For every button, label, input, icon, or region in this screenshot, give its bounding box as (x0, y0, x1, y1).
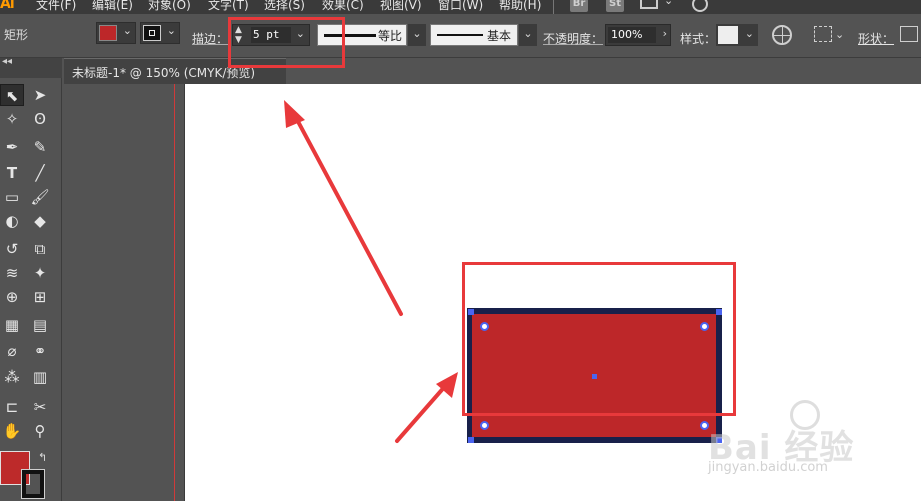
menu-bar: Ai 文件(F) 编辑(E) 对象(O) 文字(T) 选择(S) 效果(C) 视… (0, 0, 921, 14)
opacity-field[interactable]: 100% › (605, 24, 671, 46)
rectangle-shape-icon[interactable] (900, 26, 918, 42)
rectangle-tool-icon[interactable]: ▭ (0, 186, 24, 208)
anchor-point[interactable] (468, 437, 474, 443)
watermark-url: jingyan.baidu.com (708, 460, 828, 475)
app-logo: Ai (0, 0, 15, 12)
pasteboard (64, 84, 184, 501)
stock-badge[interactable]: St (606, 0, 624, 12)
perspective-grid-tool-icon[interactable]: ⊞ (28, 286, 52, 308)
menu-select[interactable]: 选择(S) (264, 0, 305, 13)
eraser-tool-icon[interactable]: ◆ (28, 210, 52, 232)
line-tool-icon[interactable]: ╱ (28, 162, 52, 184)
shape-builder-tool-icon[interactable]: ⊕ (0, 286, 24, 308)
chevron-down-icon: ⌄ (166, 24, 176, 37)
highlight-rectangle (462, 262, 736, 416)
brush-chevron[interactable]: ⌄ (519, 24, 537, 46)
current-tool-name: 矩形 (4, 28, 29, 42)
chevron-down-icon[interactable]: ⌄ (664, 0, 673, 7)
bridge-badge[interactable]: Br (570, 0, 588, 12)
recolor-artwork-icon[interactable] (772, 25, 792, 45)
brush-definition[interactable]: 基本 (430, 24, 518, 46)
chevron-down-icon: ⌄ (122, 24, 132, 37)
scale-tool-icon[interactable]: ⧉ (28, 238, 52, 260)
column-graph-tool-icon[interactable]: ▥ (28, 366, 52, 388)
graphic-style-chip (718, 26, 738, 44)
artboard-tool-icon[interactable]: ⊏ (0, 396, 24, 418)
zoom-tool-icon[interactable]: ⚲ (28, 420, 52, 442)
hand-tool-icon[interactable]: ✋ (0, 420, 24, 442)
magic-wand-tool-icon[interactable]: ✧ (0, 108, 24, 130)
mesh-tool-icon[interactable]: ▦ (0, 314, 24, 336)
fill-color-dropdown[interactable]: ⌄ (96, 22, 136, 44)
symbol-sprayer-tool-icon[interactable]: ⁂ (0, 366, 24, 388)
menu-type[interactable]: 文字(T) (208, 0, 249, 13)
watermark: Bai 经验 jingyan.baidu.com (708, 400, 918, 490)
stroke-color-chip (143, 25, 161, 41)
direct-selection-tool-icon[interactable]: ➤ (28, 84, 52, 106)
stroke-square-icon (149, 30, 155, 36)
stroke-color-dropdown[interactable]: ⌄ (140, 22, 180, 44)
basic-brush-line-icon (437, 34, 483, 36)
menu-view[interactable]: 视图(V) (380, 0, 422, 13)
selection-tool-icon[interactable]: ⬉ (0, 84, 24, 106)
menu-window[interactable]: 窗口(W) (438, 0, 483, 13)
graphic-style-dropdown[interactable]: ⌄ (716, 24, 758, 46)
stroke-swatch[interactable] (21, 469, 45, 499)
blend-tool-icon[interactable]: ⚭ (28, 340, 52, 362)
profile-chevron[interactable]: ⌄ (408, 24, 426, 46)
menu-effect[interactable]: 效果(C) (322, 0, 364, 13)
artboard-bleed-line (174, 84, 175, 501)
highlight-stroke-field (228, 17, 345, 68)
align-to-selection-icon[interactable] (814, 26, 832, 42)
shaper-tool-icon[interactable]: ◐ (0, 210, 24, 232)
menu-file[interactable]: 文件(F) (36, 0, 76, 13)
tab-strip (286, 58, 921, 84)
menu-edit[interactable]: 编辑(E) (92, 0, 133, 13)
slice-tool-icon[interactable]: ✂ (28, 396, 52, 418)
stroke-weight-label[interactable]: 描边： (192, 30, 228, 47)
shape-label[interactable]: 形状： (858, 30, 894, 47)
workspace-grid-icon[interactable] (640, 0, 658, 9)
control-bar: 矩形 ⌄ ⌄ 描边： ▲ ▼ 5 pt ⌄ 等比 ⌄ 基本 ⌄ 不透明度： 100… (0, 14, 921, 58)
corner-widget[interactable] (480, 421, 489, 430)
chevron-down-icon: ⌄ (744, 27, 754, 40)
chevron-right-icon[interactable]: › (663, 27, 667, 40)
toolbox-grip[interactable]: ◂◂ (0, 56, 62, 78)
profile-label: 等比 (378, 29, 403, 43)
menu-divider (553, 0, 554, 14)
lasso-tool-icon[interactable]: ʘ (28, 108, 52, 130)
style-label: 样式： (680, 32, 717, 46)
paintbrush-tool-icon[interactable]: 🖌 (28, 186, 52, 208)
rotate-tool-icon[interactable]: ↺ (0, 238, 24, 260)
pen-tool-icon[interactable]: ✒ (0, 136, 24, 158)
fill-color-chip (99, 25, 117, 41)
swap-fill-stroke-icon[interactable]: ↰ (38, 451, 47, 464)
chevron-down-icon[interactable]: ⌄ (835, 28, 844, 41)
toolbox: ◂◂ ⬉ ➤ ✧ ʘ ✒ ✎ T ╱ ▭ 🖌 ◐ ◆ ↺ ⧉ ≋ ✦ ⊕ ⊞ ▦… (0, 56, 62, 501)
collapse-icon[interactable]: ◂◂ (2, 56, 12, 67)
opacity-label[interactable]: 不透明度： (543, 30, 603, 47)
curvature-tool-icon[interactable]: ✎ (28, 136, 52, 158)
menu-object[interactable]: 对象(O) (148, 0, 191, 13)
brush-label: 基本 (487, 29, 512, 43)
menu-help[interactable]: 帮助(H) (499, 0, 541, 13)
type-tool-icon[interactable]: T (0, 162, 24, 184)
gpu-performance-icon[interactable] (692, 0, 708, 12)
eyedropper-tool-icon[interactable]: ⌀ (0, 340, 24, 362)
width-tool-icon[interactable]: ≋ (0, 262, 24, 284)
gradient-tool-icon[interactable]: ▤ (28, 314, 52, 336)
puppet-warp-tool-icon[interactable]: ✦ (28, 262, 52, 284)
opacity-value[interactable]: 100% (608, 27, 656, 43)
